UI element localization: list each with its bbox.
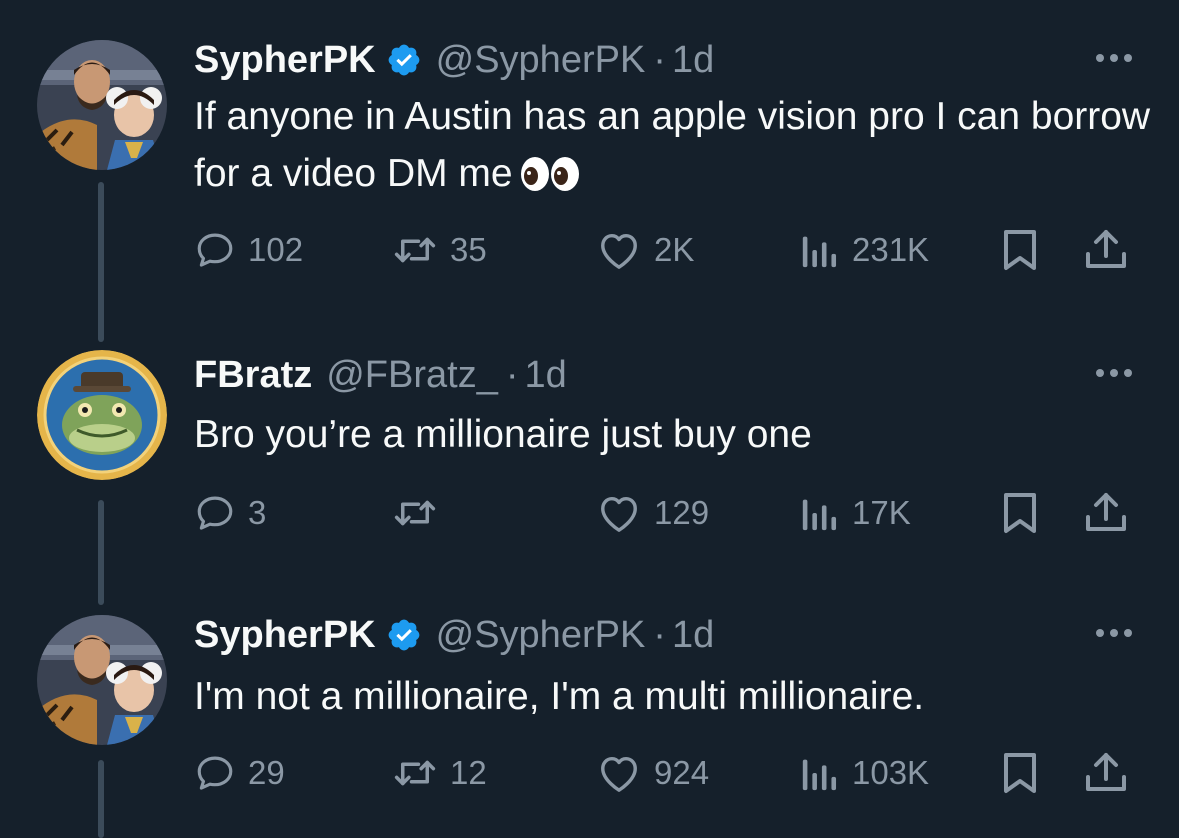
tweet-header: SypherPK @SypherPK · 1d <box>194 35 714 85</box>
bookmark-icon <box>1004 230 1036 270</box>
more-icon[interactable] <box>1090 618 1138 648</box>
heart-icon <box>601 233 637 269</box>
repost-icon <box>394 500 436 526</box>
thread-line <box>98 500 104 605</box>
like-count: 129 <box>654 494 710 531</box>
heart-icon <box>601 496 637 532</box>
share-button[interactable] <box>1084 488 1128 538</box>
reply-button[interactable]: 3 <box>194 488 266 538</box>
repost-icon <box>394 237 436 263</box>
analytics-icon <box>802 759 837 791</box>
display-name[interactable]: FBratz <box>194 354 312 397</box>
share-button[interactable] <box>1084 748 1128 798</box>
share-icon <box>1086 753 1126 791</box>
repost-count: 12 <box>450 754 487 791</box>
views-count: 231K <box>852 231 930 268</box>
tweet-text-content: I'm not a millionaire, I'm a multi milli… <box>194 675 925 718</box>
tweet-text: If anyone in Austin has an apple vision … <box>194 88 1154 202</box>
reply-count: 102 <box>248 231 304 268</box>
like-button[interactable]: 129 <box>596 488 709 538</box>
eyes-emoji <box>520 157 579 191</box>
like-count: 924 <box>654 754 710 791</box>
analytics-icon <box>802 499 837 531</box>
views-button[interactable]: 231K <box>800 225 929 275</box>
verified-badge-icon <box>388 44 419 76</box>
thread-line <box>98 182 104 342</box>
timestamp[interactable]: 1d <box>672 614 714 657</box>
share-icon <box>1086 230 1126 268</box>
reply-button[interactable]: 29 <box>194 748 285 798</box>
repost-button[interactable]: 12 <box>392 748 487 798</box>
verified-badge-icon <box>388 619 419 651</box>
display-name[interactable]: SypherPK <box>194 614 376 657</box>
bookmark-icon <box>1004 753 1036 793</box>
views-button[interactable]: 17K <box>800 488 911 538</box>
bookmark-button[interactable] <box>1002 488 1038 538</box>
repost-icon <box>394 760 436 786</box>
repost-button[interactable]: 35 <box>392 225 487 275</box>
tweet-actions: 102 35 2K 231K <box>194 225 1144 275</box>
tweet-actions: 3 129 17K <box>194 488 1144 538</box>
like-button[interactable]: 2K <box>596 225 694 275</box>
heart-icon <box>601 756 637 792</box>
more-icon[interactable] <box>1090 358 1138 388</box>
repost-button[interactable] <box>392 488 450 538</box>
separator-dot: · <box>653 613 666 656</box>
bookmark-button[interactable] <box>1002 748 1038 798</box>
tweet-text: I'm not a millionaire, I'm a multi milli… <box>194 668 1154 725</box>
tweet-header: FBratz @FBratz_ · 1d <box>194 350 567 400</box>
reply-count: 29 <box>248 754 285 791</box>
thread-line <box>98 760 104 838</box>
reply-icon <box>197 756 233 790</box>
tweet-text-content: Bro you’re a millionaire just buy one <box>194 413 812 456</box>
separator-dot: · <box>653 38 666 81</box>
avatar[interactable] <box>37 615 167 745</box>
bookmark-button[interactable] <box>1002 225 1038 275</box>
avatar[interactable] <box>37 350 167 480</box>
share-button[interactable] <box>1084 225 1128 275</box>
reply-icon <box>197 233 233 267</box>
like-count: 2K <box>654 231 695 268</box>
views-button[interactable]: 103K <box>800 748 929 798</box>
tweet-actions: 29 12 924 103K <box>194 748 1144 798</box>
tweet-text: Bro you’re a millionaire just buy one <box>194 406 1154 463</box>
user-handle[interactable]: @SypherPK <box>436 614 646 657</box>
more-icon[interactable] <box>1090 43 1138 73</box>
timestamp[interactable]: 1d <box>525 354 567 397</box>
reply-count: 3 <box>248 494 267 531</box>
user-handle[interactable]: @FBratz_ <box>326 354 498 397</box>
views-count: 17K <box>852 494 911 531</box>
user-handle[interactable]: @SypherPK <box>436 39 646 82</box>
bookmark-icon <box>1004 493 1036 533</box>
analytics-icon <box>802 236 837 268</box>
display-name[interactable]: SypherPK <box>194 39 376 82</box>
avatar[interactable] <box>37 40 167 170</box>
repost-count: 35 <box>450 231 487 268</box>
tweet-header: SypherPK @SypherPK · 1d <box>194 610 714 660</box>
like-button[interactable]: 924 <box>596 748 709 798</box>
reply-icon <box>197 496 233 530</box>
reply-button[interactable]: 102 <box>194 225 303 275</box>
separator-dot: · <box>505 353 519 396</box>
tweet-text-content: If anyone in Austin has an apple vision … <box>194 95 1151 195</box>
views-count: 103K <box>852 754 930 791</box>
timestamp[interactable]: 1d <box>672 39 714 82</box>
share-icon <box>1086 493 1126 531</box>
